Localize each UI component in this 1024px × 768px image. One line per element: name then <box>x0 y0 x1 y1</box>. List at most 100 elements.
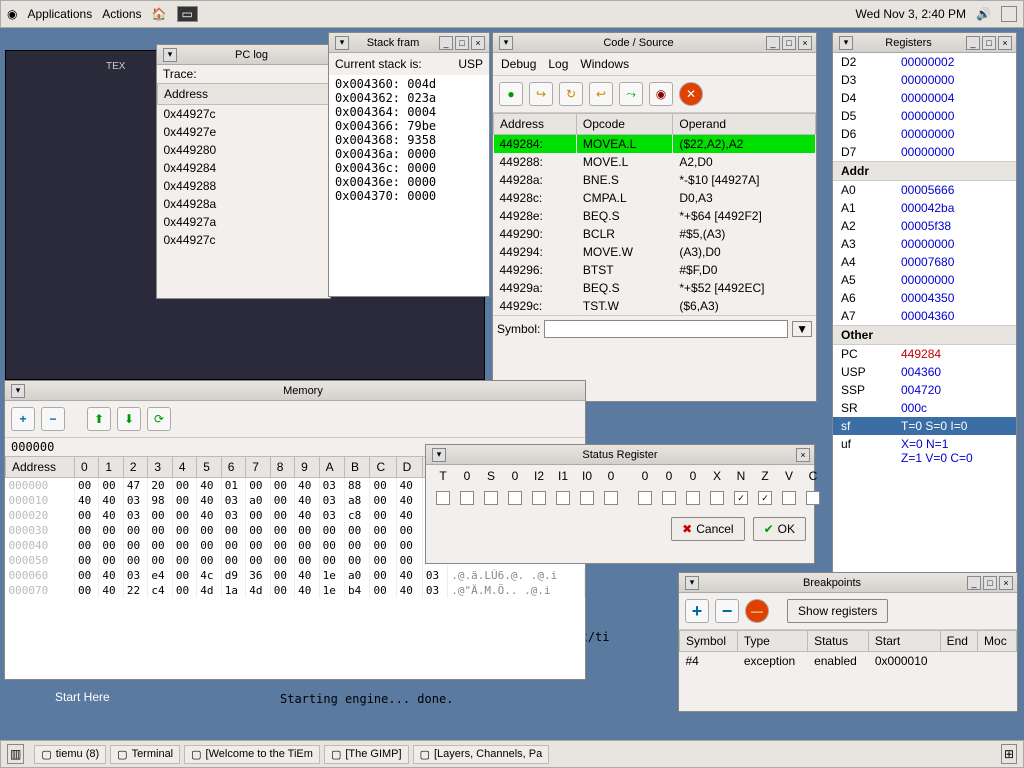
disable-icon[interactable]: — <box>745 599 769 623</box>
register-row[interactable]: D300000000 <box>833 71 1016 89</box>
register-row[interactable]: SR000c <box>833 399 1016 417</box>
table-row[interactable]: 449284:MOVEA.L($22,A2),A2 <box>494 135 816 154</box>
sr-checkbox[interactable] <box>532 491 546 505</box>
show-desktop-icon[interactable]: ▥ <box>7 744 24 764</box>
column-header[interactable]: 9 <box>295 457 319 478</box>
stop-icon[interactable]: ✕ <box>679 82 703 106</box>
col-operand[interactable]: Operand <box>673 114 816 135</box>
register-row[interactable]: D600000000 <box>833 125 1016 143</box>
register-row[interactable]: A500000000 <box>833 271 1016 289</box>
symbol-input[interactable] <box>544 320 788 338</box>
list-item[interactable]: 0x004360: 004d <box>335 77 483 91</box>
list-item[interactable]: 0x004364: 0004 <box>335 105 483 119</box>
register-row[interactable]: D200000002 <box>833 53 1016 71</box>
list-item[interactable]: 0x00436e: 0000 <box>335 175 483 189</box>
start-here[interactable]: Start Here <box>55 690 110 704</box>
minimize-icon[interactable]: _ <box>967 576 981 590</box>
menu-windows[interactable]: Windows <box>580 57 629 71</box>
table-row[interactable]: 000070004022c4004d1a4d00401eb4004003.@"Ä… <box>6 583 585 598</box>
menu-icon[interactable]: ▾ <box>432 448 446 462</box>
list-item[interactable]: 0x004366: 79be <box>335 119 483 133</box>
register-row[interactable]: A200005f38 <box>833 217 1016 235</box>
register-row[interactable]: A1000042ba <box>833 199 1016 217</box>
maximize-icon[interactable]: □ <box>782 36 796 50</box>
sr-checkbox[interactable] <box>662 491 676 505</box>
sr-checkbox[interactable] <box>580 491 594 505</box>
menu-applications[interactable]: Applications <box>27 7 92 21</box>
table-row[interactable]: #4exceptionenabled0x000010 <box>680 652 1017 671</box>
register-row[interactable]: D400000004 <box>833 89 1016 107</box>
list-item[interactable]: 0x004370: 0000 <box>335 189 483 203</box>
sr-checkbox[interactable] <box>436 491 450 505</box>
terminal-icon[interactable]: ▭ <box>177 6 198 22</box>
column-header[interactable]: B <box>345 457 370 478</box>
minimize-icon[interactable]: _ <box>966 36 980 50</box>
taskbar-item[interactable]: ▢[Welcome to the TiEm <box>184 745 320 764</box>
sr-checkbox[interactable] <box>508 491 522 505</box>
col-opcode[interactable]: Opcode <box>576 114 672 135</box>
column-header[interactable]: A <box>319 457 344 478</box>
column-header[interactable]: 6 <box>221 457 245 478</box>
sr-checkbox[interactable] <box>604 491 618 505</box>
minimize-icon[interactable]: _ <box>439 36 453 50</box>
tray-icon[interactable] <box>1001 6 1017 22</box>
list-item[interactable]: 0x44927c <box>158 231 330 249</box>
register-row[interactable]: A000005666 <box>833 181 1016 199</box>
register-row[interactable]: D500000000 <box>833 107 1016 125</box>
taskbar-item[interactable]: ▢tiemu (8) <box>34 745 106 764</box>
sr-checkbox[interactable] <box>460 491 474 505</box>
menu-icon[interactable]: ▾ <box>11 384 25 398</box>
menu-debug[interactable]: Debug <box>501 57 536 71</box>
sr-checkbox[interactable] <box>710 491 724 505</box>
run-icon[interactable]: ● <box>499 82 523 106</box>
column-header[interactable]: Symbol <box>680 631 738 652</box>
breakpoint-icon[interactable]: ◉ <box>649 82 673 106</box>
list-item[interactable]: 0x449284 <box>158 159 330 177</box>
sr-checkbox[interactable] <box>782 491 796 505</box>
register-row[interactable]: A400007680 <box>833 253 1016 271</box>
clock[interactable]: Wed Nov 3, 2:40 PM <box>856 7 967 21</box>
column-header[interactable]: Moc <box>978 631 1017 652</box>
maximize-icon[interactable]: □ <box>982 36 996 50</box>
close-icon[interactable]: × <box>999 576 1013 590</box>
column-header[interactable]: End <box>940 631 977 652</box>
down-icon[interactable]: ⬇ <box>117 407 141 431</box>
column-header[interactable]: 4 <box>172 457 196 478</box>
taskbar-item[interactable]: ▢Terminal <box>110 745 180 764</box>
menu-icon[interactable]: ▾ <box>839 36 853 50</box>
column-header[interactable]: Start <box>868 631 940 652</box>
column-header[interactable]: Status <box>808 631 869 652</box>
close-icon[interactable]: × <box>798 36 812 50</box>
step-over-icon[interactable]: ↻ <box>559 82 583 106</box>
sr-checkbox[interactable] <box>556 491 570 505</box>
list-item[interactable]: 0x449280 <box>158 141 330 159</box>
table-row[interactable]: 449296:BTST#$F,D0 <box>494 261 816 279</box>
sr-checkbox[interactable] <box>806 491 820 505</box>
list-item[interactable]: 0x44928a <box>158 195 330 213</box>
volume-icon[interactable]: 🔊 <box>976 7 991 21</box>
dropdown-icon[interactable]: ▼ <box>792 321 812 337</box>
pc-log-col[interactable]: Address <box>158 84 330 105</box>
menu-icon[interactable]: ▾ <box>163 48 177 62</box>
register-row[interactable]: USP004360 <box>833 363 1016 381</box>
home-icon[interactable]: 🏠 <box>152 7 167 21</box>
list-item[interactable]: 0x00436a: 0000 <box>335 147 483 161</box>
workspace-switcher[interactable]: ⊞ <box>1001 744 1017 764</box>
list-item[interactable]: 0x004368: 9358 <box>335 133 483 147</box>
column-header[interactable]: 0 <box>74 457 98 478</box>
list-item[interactable]: 0x44927a <box>158 213 330 231</box>
column-header[interactable]: Address <box>6 457 75 478</box>
register-row[interactable]: A700004360 <box>833 307 1016 325</box>
sr-checkbox[interactable] <box>484 491 498 505</box>
register-row[interactable]: A600004350 <box>833 289 1016 307</box>
register-row[interactable]: SSP004720 <box>833 381 1016 399</box>
table-row[interactable]: 44929a:BEQ.S*+$52 [4492EC] <box>494 279 816 297</box>
table-row[interactable]: 449288:MOVE.LA2,D0 <box>494 153 816 171</box>
column-header[interactable]: 2 <box>123 457 147 478</box>
close-icon[interactable]: × <box>998 36 1012 50</box>
sr-checkbox[interactable] <box>638 491 652 505</box>
register-row[interactable]: ufX=0 N=1Z=1 V=0 C=0 <box>833 435 1016 467</box>
table-row[interactable]: 44928a:BNE.S*-$10 [44927A] <box>494 171 816 189</box>
close-icon[interactable]: × <box>796 448 810 462</box>
table-row[interactable]: 44929c:TST.W($6,A3) <box>494 297 816 315</box>
